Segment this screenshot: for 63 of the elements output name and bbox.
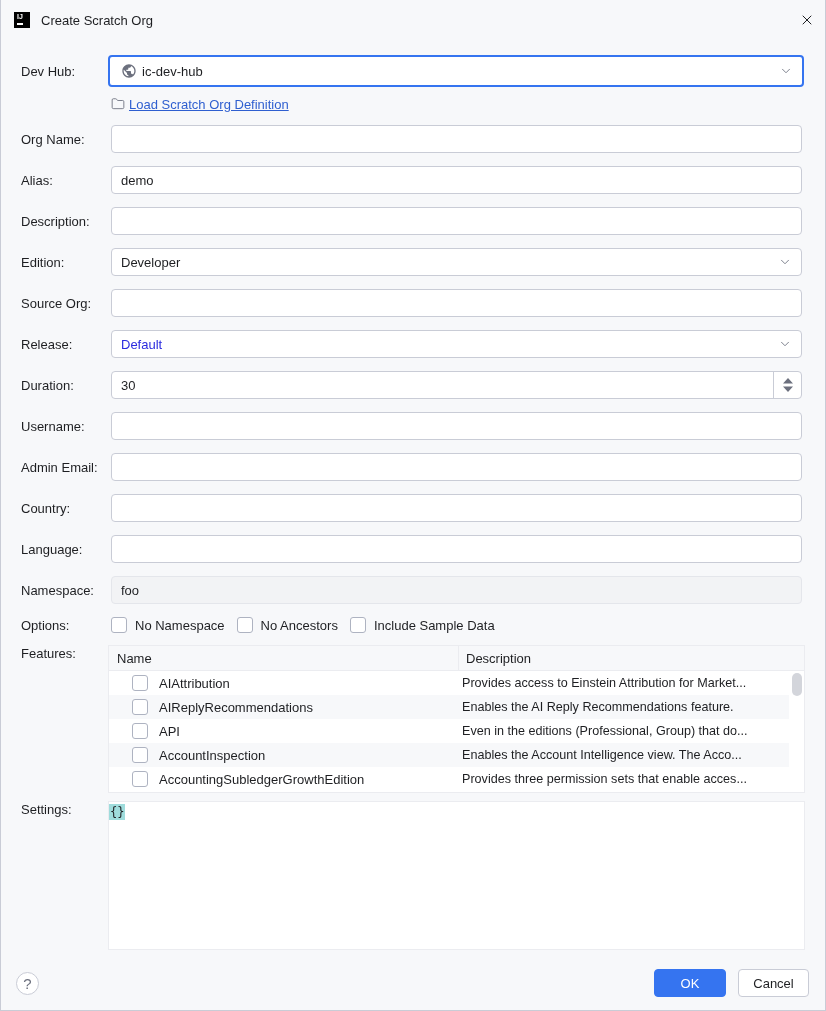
field-label: Settings:: [21, 801, 73, 817]
dropdown[interactable]: Developer: [111, 248, 802, 276]
table-cell-text: Enables the Account Intelligence view. The Acco...: [461, 747, 743, 764]
checkbox[interactable]: [236, 617, 253, 633]
checkbox[interactable]: [349, 617, 366, 633]
field-label: Release:: [21, 336, 74, 352]
table-cell-text: Even in the editions (Professional, Group) that do...: [461, 723, 749, 740]
table-cell: AIReplyRecommendations: [159, 699, 313, 715]
column-header[interactable]: Name: [109, 646, 459, 670]
checkbox[interactable]: [132, 699, 148, 715]
text-field[interactable]: [111, 535, 802, 563]
folder-icon: [111, 97, 125, 111]
ok-button[interactable]: OK: [654, 969, 726, 997]
text-field[interactable]: [111, 289, 802, 317]
scrollbar-thumb[interactable]: [791, 673, 802, 696]
field-label: Description:: [21, 213, 91, 229]
globe-icon: [121, 63, 137, 79]
field-label: Features:: [21, 645, 77, 661]
table-row[interactable]: AIReplyRecommendations Enables the AI Reply Recommendations feature.: [109, 695, 789, 719]
field-label: Country:: [21, 500, 72, 516]
checkbox[interactable]: [132, 771, 148, 787]
dropdown[interactable]: Default: [111, 330, 802, 358]
help-button[interactable]: ?: [16, 971, 39, 995]
number-spinner-field[interactable]: 30: [111, 371, 802, 399]
text-field[interactable]: [111, 125, 802, 153]
table-cell: API: [159, 723, 180, 739]
checkbox-label[interactable]: Include Sample Data: [373, 617, 495, 633]
field-label: Alias:: [21, 172, 54, 188]
field-label: Source Org:: [21, 295, 93, 311]
field-label: Options:: [21, 617, 71, 633]
table-cell: AIAttribution: [159, 675, 230, 691]
text-field[interactable]: [111, 453, 802, 481]
table-cell: AccountInspection: [159, 747, 266, 763]
field-label: Dev Hub:: [21, 63, 77, 79]
text-field[interactable]: demo: [111, 166, 802, 194]
field-label: Namespace:: [21, 582, 95, 598]
field-label: Language:: [21, 541, 84, 557]
text-field[interactable]: [111, 412, 802, 440]
checkbox-label[interactable]: No Ancestors: [260, 617, 338, 633]
spinner-arrows-icon[interactable]: [782, 378, 793, 392]
field-label: Username:: [21, 418, 86, 434]
checkbox[interactable]: [132, 675, 148, 691]
settings-editor[interactable]: {}: [108, 801, 805, 950]
text-field[interactable]: [111, 494, 802, 522]
dropdown[interactable]: ic-dev-hub: [108, 55, 804, 87]
field-label: Admin Email:: [21, 459, 99, 475]
table-row[interactable]: AccountInspection Enables the Account Intelligence view. The Acco...: [109, 743, 789, 767]
field-label: Duration:: [21, 377, 75, 393]
text-field[interactable]: [111, 207, 802, 235]
checkbox[interactable]: [132, 723, 148, 739]
table-cell: AccountingSubledgerGrowthEdition: [159, 771, 365, 787]
checkbox-label[interactable]: No Namespace: [135, 617, 225, 633]
window-title: Create Scratch Org: [41, 12, 153, 28]
load-definition-link[interactable]: Load Scratch Org Definition: [129, 96, 289, 112]
table-cell-text: Provides access to Einstein Attribution for Market...: [461, 675, 748, 692]
table-cell-text: Enables the AI Reply Recommendations feature.: [461, 699, 735, 716]
column-header[interactable]: Description: [459, 646, 804, 670]
field-label: Edition:: [21, 254, 66, 270]
checkbox[interactable]: [111, 617, 127, 633]
table-cell-text: Provides three permission sets that enable acces...: [461, 771, 748, 788]
cancel-button[interactable]: Cancel: [738, 969, 809, 997]
checkbox[interactable]: [132, 747, 148, 763]
field-label: Org Name:: [21, 131, 86, 147]
